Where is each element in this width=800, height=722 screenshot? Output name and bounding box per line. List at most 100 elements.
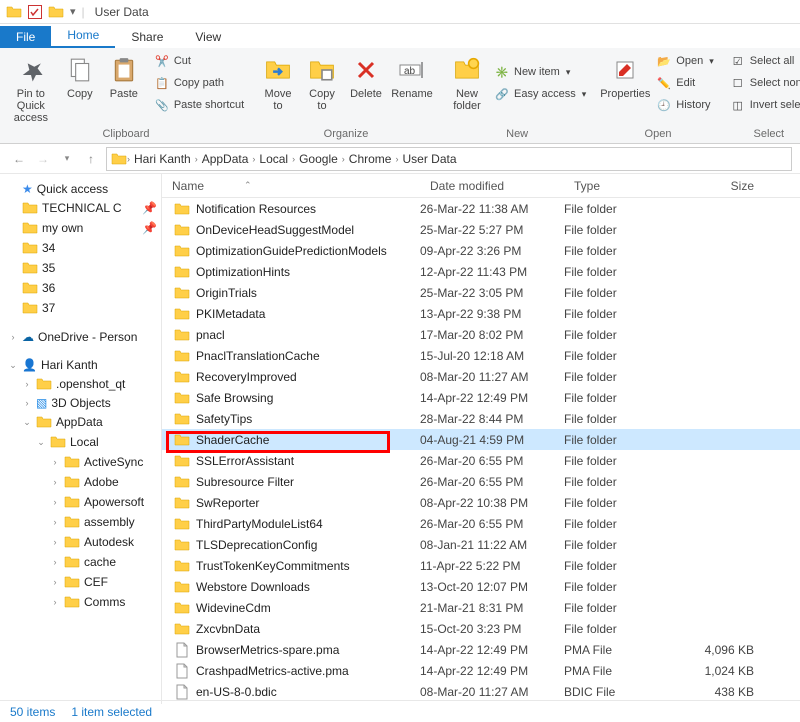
properties-button[interactable]: Properties [598,50,652,104]
select-none-button[interactable]: ☐Select none [726,73,800,93]
new-folder-button[interactable]: New folder [444,50,490,116]
rename-button[interactable]: ab Rename [388,50,436,104]
table-row[interactable]: SwReporter08-Apr-22 10:38 PMFile folder [162,492,800,513]
file-name: OnDeviceHeadSuggestModel [196,223,354,237]
table-row[interactable]: en-US-8-0.bdic08-Mar-20 11:27 AMBDIC Fil… [162,681,800,702]
sidebar-item[interactable]: 34 [0,238,161,258]
table-row[interactable]: Subresource Filter26-Mar-20 6:55 PMFile … [162,471,800,492]
sidebar-item[interactable]: 36 [0,278,161,298]
table-row[interactable]: SafetyTips28-Mar-22 8:44 PMFile folder [162,408,800,429]
nav-up-button[interactable]: ↑ [80,148,102,170]
open-button[interactable]: 📂Open▾ [652,51,717,71]
table-row[interactable]: PKIMetadata13-Apr-22 9:38 PMFile folder [162,303,800,324]
table-row[interactable]: ThirdPartyModuleList6426-Mar-20 6:55 PMF… [162,513,800,534]
table-row[interactable]: TLSDeprecationConfig08-Jan-21 11:22 AMFi… [162,534,800,555]
history-button[interactable]: 🕘History [652,95,717,115]
breadcrumb-seg[interactable]: Chrome [345,152,396,166]
breadcrumb-seg[interactable]: AppData [198,152,253,166]
table-row[interactable]: SSLErrorAssistant26-Mar-20 6:55 PMFile f… [162,450,800,471]
file-date: 08-Mar-20 11:27 AM [420,685,564,699]
easy-access-button[interactable]: 🔗Easy access▾ [490,84,590,104]
sidebar-local[interactable]: ⌄Local [0,432,161,452]
table-row[interactable]: OptimizationGuidePredictionModels09-Apr-… [162,240,800,261]
breadcrumb-seg[interactable]: Google [295,152,342,166]
sidebar-item[interactable]: ›Apowersoft [0,492,161,512]
col-size-header[interactable]: Size [682,179,772,193]
sidebar-item[interactable]: ›Autodesk [0,532,161,552]
breadcrumb-seg[interactable]: Local [255,152,292,166]
nav-back-button[interactable]: ← [8,148,30,170]
copy-button[interactable]: Copy [58,50,102,104]
col-name-header[interactable]: Name [172,179,204,193]
table-row[interactable]: WidevineCdm21-Mar-21 8:31 PMFile folder [162,597,800,618]
copy-to-button[interactable]: Copy to [300,50,344,116]
nav-forward-button[interactable]: → [32,148,54,170]
group-select: ☑Select all ☐Select none ◫Invert sele Se… [722,48,800,143]
new-item-button[interactable]: ✳️New item▾ [490,62,590,82]
invert-selection-button[interactable]: ◫Invert sele [726,95,800,115]
file-date: 26-Mar-20 6:55 PM [420,475,564,489]
table-row[interactable]: OptimizationHints12-Apr-22 11:43 PMFile … [162,261,800,282]
table-row[interactable]: OnDeviceHeadSuggestModel25-Mar-22 5:27 P… [162,219,800,240]
sidebar-item[interactable]: 37 [0,298,161,318]
paste-button[interactable]: Paste [102,50,146,104]
table-row[interactable]: RecoveryImproved08-Mar-20 11:27 AMFile f… [162,366,800,387]
file-date: 21-Mar-21 8:31 PM [420,601,564,615]
table-row[interactable]: PnaclTranslationCache15-Jul-20 12:18 AMF… [162,345,800,366]
table-row[interactable]: OriginTrials25-Mar-22 3:05 PMFile folder [162,282,800,303]
file-date: 13-Oct-20 12:07 PM [420,580,564,594]
file-name: Webstore Downloads [196,580,310,594]
qat-folder-icon[interactable] [48,4,64,20]
sidebar-item[interactable]: ›assembly [0,512,161,532]
pin-quick-access-button[interactable]: Pin to Quick access [4,50,58,128]
delete-button[interactable]: Delete [344,50,388,104]
cut-button[interactable]: ✂️Cut [150,51,248,71]
tab-share[interactable]: Share [115,26,179,48]
table-row[interactable]: Safe Browsing14-Apr-22 12:49 PMFile fold… [162,387,800,408]
table-row[interactable]: BrowserMetrics-spare.pma14-Apr-22 12:49 … [162,639,800,660]
table-row[interactable]: Notification Resources26-Mar-22 11:38 AM… [162,198,800,219]
tab-view[interactable]: View [179,26,237,48]
edit-button[interactable]: ✏️Edit [652,73,717,93]
table-row[interactable]: Webstore Downloads13-Oct-20 12:07 PMFile… [162,576,800,597]
tab-file[interactable]: File [0,26,51,48]
file-name: OriginTrials [196,286,257,300]
sidebar-item[interactable]: ›Adobe [0,472,161,492]
sidebar-item[interactable]: ›ActiveSync [0,452,161,472]
column-headers[interactable]: Name⌃ Date modified Type Size [162,174,800,198]
sidebar-item[interactable]: ›Comms [0,592,161,612]
table-row[interactable]: ZxcvbnData15-Oct-20 3:23 PMFile folder [162,618,800,639]
sidebar-item[interactable]: ⌄AppData [0,412,161,432]
breadcrumb[interactable]: › Hari Kanth› AppData› Local› Google› Ch… [106,147,792,171]
sidebar-onedrive[interactable]: ›☁OneDrive - Person [0,328,161,346]
nav-recent-button[interactable]: ▾ [56,148,78,170]
move-to-button[interactable]: Move to [256,50,300,116]
sidebar-item[interactable]: 35 [0,258,161,278]
sidebar-quick-access[interactable]: ★Quick access [0,180,161,198]
copy-path-button[interactable]: 📋Copy path [150,73,248,93]
sidebar-item[interactable]: ›.openshot_qt [0,374,161,394]
sidebar-item[interactable]: ›CEF [0,572,161,592]
select-all-button[interactable]: ☑Select all [726,51,800,71]
table-row[interactable]: pnacl17-Mar-20 8:02 PMFile folder [162,324,800,345]
group-open: Properties 📂Open▾ ✏️Edit 🕘History Open [594,48,721,143]
nav-pane[interactable]: ★Quick access TECHNICAL C📌my own📌3435363… [0,174,162,704]
col-date-header[interactable]: Date modified [420,179,564,193]
paste-shortcut-button[interactable]: 📎Paste shortcut [150,95,248,115]
sidebar-item[interactable]: TECHNICAL C📌 [0,198,161,218]
breadcrumb-seg[interactable]: User Data [398,152,460,166]
sidebar-user[interactable]: ⌄👤Hari Kanth [0,356,161,374]
table-row[interactable]: TrustTokenKeyCommitments11-Apr-22 5:22 P… [162,555,800,576]
sidebar-item[interactable]: ›cache [0,552,161,572]
qat-checkbox-icon[interactable] [28,5,42,19]
table-row[interactable]: CrashpadMetrics-active.pma14-Apr-22 12:4… [162,660,800,681]
col-type-header[interactable]: Type [564,179,682,193]
tab-home[interactable]: Home [51,24,115,48]
file-date: 14-Apr-22 12:49 PM [420,664,564,678]
file-name: WidevineCdm [196,601,271,615]
sidebar-item[interactable]: ›▧3D Objects [0,394,161,412]
ribbon: Pin to Quick access Copy Paste ✂️Cut 📋Co… [0,48,800,144]
file-name: TrustTokenKeyCommitments [196,559,350,573]
breadcrumb-seg[interactable]: Hari Kanth [130,152,195,166]
sidebar-item[interactable]: my own📌 [0,218,161,238]
